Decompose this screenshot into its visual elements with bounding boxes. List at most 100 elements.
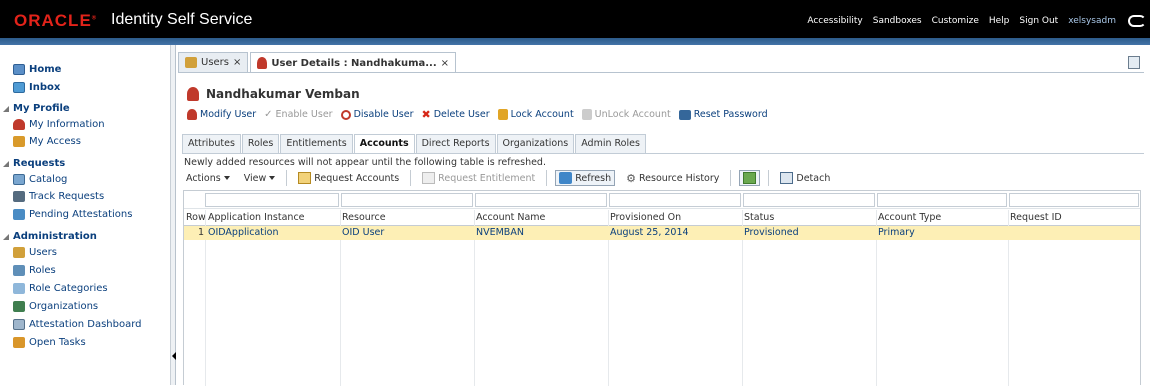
sidebar-item-role-categories[interactable]: Role Categories <box>13 283 108 294</box>
customize-link[interactable]: Customize <box>932 16 979 26</box>
tab-user-details[interactable]: User Details : Nandhakuma... × <box>250 52 457 73</box>
filter-provisioned-on[interactable] <box>609 193 741 207</box>
sidebar-item-track-requests[interactable]: Track Requests <box>13 191 104 202</box>
sidebar-item-organizations[interactable]: Organizations <box>13 301 98 312</box>
person-icon <box>187 109 197 120</box>
collapse-triangle-icon <box>3 160 9 167</box>
help-link[interactable]: Help <box>989 16 1010 26</box>
column-header[interactable]: Request ID <box>1010 212 1062 223</box>
app-title: Identity Self Service <box>111 11 253 28</box>
unlock-account-button[interactable]: UnLock Account <box>581 109 671 120</box>
sidebar-item-my-access[interactable]: My Access <box>13 136 81 147</box>
accessibility-link[interactable]: Accessibility <box>807 16 862 26</box>
close-icon[interactable]: × <box>441 58 449 69</box>
column-header[interactable]: Provisioned On <box>610 212 681 223</box>
toolbar-separator <box>730 170 732 186</box>
sandboxes-link[interactable]: Sandboxes <box>873 16 922 26</box>
tab-accounts[interactable]: Accounts <box>353 134 415 154</box>
column-header[interactable]: Resource <box>342 212 386 223</box>
request-accounts-icon <box>298 172 312 184</box>
request-entitlement-icon <box>422 172 436 184</box>
maximize-icon[interactable] <box>1128 56 1140 69</box>
filter-status[interactable] <box>743 193 875 207</box>
sidebar-item-home[interactable]: Home <box>13 64 61 75</box>
requests-section[interactable]: Requests <box>3 158 65 169</box>
column-header[interactable]: Application Instance <box>208 212 305 223</box>
actions-menu[interactable]: Actions <box>183 172 233 185</box>
roles-icon <box>13 265 25 276</box>
tab-admin-roles[interactable]: Admin Roles <box>575 134 646 153</box>
user-header: Nandhakumar Vemban <box>187 87 360 101</box>
sidebar-item-attestation-dashboard[interactable]: Attestation Dashboard <box>13 319 142 330</box>
enable-user-button[interactable]: ✓ Enable User <box>264 109 332 120</box>
column-header[interactable]: Account Type <box>878 212 941 223</box>
chevron-down-icon <box>223 176 230 180</box>
sidebar-item-open-tasks[interactable]: Open Tasks <box>13 337 86 348</box>
sidebar-splitter[interactable] <box>171 45 176 385</box>
filter-application-instance[interactable] <box>205 193 339 207</box>
unlock-icon <box>581 109 592 120</box>
request-entitlement-button[interactable]: Request Entitlement <box>419 171 538 185</box>
filter-row <box>184 191 1140 209</box>
toolbar-separator <box>768 170 770 186</box>
request-accounts-button[interactable]: Request Accounts <box>295 171 402 185</box>
sign-out-link[interactable]: Sign Out <box>1019 16 1058 26</box>
person-icon <box>257 57 268 69</box>
export-button[interactable] <box>739 170 761 186</box>
my-profile-section[interactable]: My Profile <box>3 103 70 114</box>
column-header[interactable]: Account Name <box>476 212 545 223</box>
user-actions: Modify User ✓ Enable User Disable User ✖… <box>187 108 768 121</box>
dashboard-icon <box>13 319 25 330</box>
collapse-sidebar-icon[interactable] <box>172 352 176 360</box>
tab-direct-reports[interactable]: Direct Reports <box>415 134 496 153</box>
filter-account-type[interactable] <box>877 193 1007 207</box>
inbox-icon <box>13 82 25 93</box>
tab-attributes[interactable]: Attributes <box>182 134 241 153</box>
sidebar-item-catalog[interactable]: Catalog <box>13 174 67 185</box>
detach-button[interactable]: Detach <box>777 171 833 185</box>
sidebar: Home Inbox My Profile My Information My … <box>0 45 171 385</box>
sidebar-item-roles[interactable]: Roles <box>13 265 56 276</box>
delete-user-button[interactable]: ✖ Delete User <box>422 108 490 121</box>
delete-icon: ✖ <box>421 108 431 121</box>
app-header: ORACLE® Identity Self Service Accessibil… <box>0 0 1150 45</box>
accounts-table: Row Application Instance Resource Accoun… <box>183 190 1141 386</box>
check-icon: ✓ <box>264 109 273 120</box>
filter-resource[interactable] <box>341 193 473 207</box>
refresh-icon <box>559 172 573 184</box>
column-header[interactable]: Status <box>744 212 774 223</box>
lock-account-button[interactable]: Lock Account <box>497 109 574 120</box>
tab-users[interactable]: Users × <box>178 52 249 72</box>
users-icon <box>13 247 25 258</box>
sidebar-item-pending-attestations[interactable]: Pending Attestations <box>13 209 132 220</box>
view-menu[interactable]: View <box>241 172 279 185</box>
tab-entitlements[interactable]: Entitlements <box>280 134 353 153</box>
role-categories-icon <box>13 283 25 294</box>
chevron-down-icon <box>269 176 276 180</box>
column-header[interactable]: Row <box>186 212 206 223</box>
reset-password-button[interactable]: Reset Password <box>678 109 768 120</box>
oracle-logo: ORACLE® <box>14 11 98 30</box>
cell-account-name: NVEMBAN <box>476 227 524 238</box>
resource-history-button[interactable]: ⚙ Resource History <box>623 171 722 186</box>
sidebar-item-inbox[interactable]: Inbox <box>13 82 60 93</box>
disable-user-button[interactable]: Disable User <box>340 109 414 120</box>
attestation-icon <box>13 209 25 220</box>
collapse-triangle-icon <box>3 233 9 240</box>
modify-user-button[interactable]: Modify User <box>187 109 256 120</box>
catalog-icon <box>13 174 25 185</box>
refresh-notice: Newly added resources will not appear un… <box>184 157 546 168</box>
sidebar-item-my-information[interactable]: My Information <box>13 119 105 130</box>
table-row[interactable]: 1 OIDApplication OID User NVEMBAN August… <box>184 226 1140 240</box>
tab-roles[interactable]: Roles <box>241 134 280 153</box>
administration-section[interactable]: Administration <box>3 231 97 242</box>
filter-request-id[interactable] <box>1009 193 1139 207</box>
tab-organizations[interactable]: Organizations <box>496 134 575 153</box>
close-icon[interactable]: × <box>233 57 241 68</box>
refresh-button[interactable]: Refresh <box>555 170 616 186</box>
table-header: Row Application Instance Resource Accoun… <box>184 210 1140 226</box>
organizations-icon <box>13 301 25 312</box>
users-icon <box>185 57 197 68</box>
sidebar-item-users[interactable]: Users <box>13 247 57 258</box>
filter-account-name[interactable] <box>475 193 607 207</box>
